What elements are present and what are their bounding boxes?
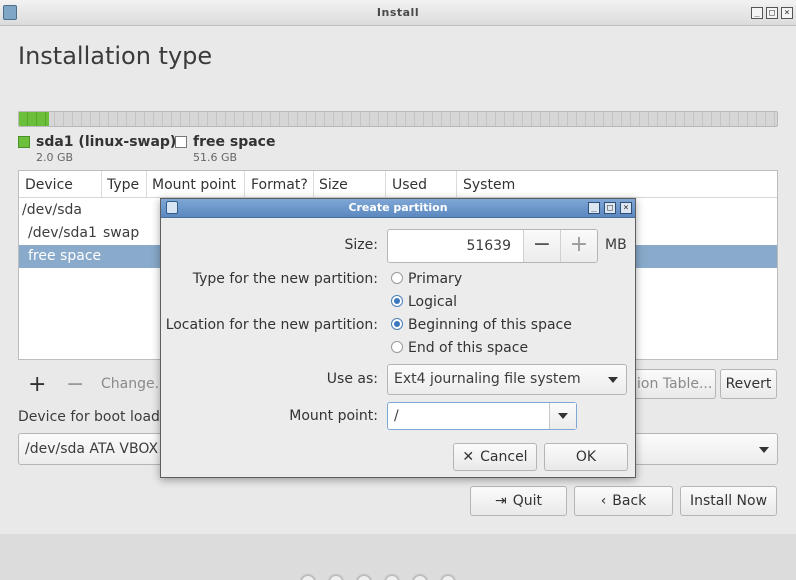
row-device: free space [28, 248, 102, 264]
column-used[interactable]: Used [392, 177, 427, 193]
step-dot [356, 574, 372, 580]
column-size[interactable]: Size [319, 177, 348, 193]
dialog-titlebar: Create partition _ □ × [161, 199, 635, 218]
install-now-button[interactable]: Install Now [680, 486, 777, 516]
partition-bar-swap-segment [19, 112, 49, 126]
chevron-down-icon [558, 413, 568, 419]
radio-primary-indicator [391, 272, 403, 284]
back-button[interactable]: ‹ Back [574, 486, 673, 516]
row-device: /dev/sda1 [28, 225, 97, 241]
size-decrement-button[interactable]: − [523, 230, 560, 262]
change-partition-button[interactable]: Change... [101, 376, 168, 392]
step-indicator [300, 574, 456, 580]
size-value: 51639 [466, 238, 511, 254]
size-label: Size: [344, 237, 378, 253]
create-partition-dialog: Create partition _ □ × Size: 51639 − + M… [160, 198, 636, 478]
use-as-select[interactable]: Ext4 journaling file system [387, 364, 627, 395]
legend-swap-name: sda1 (linux-swap) [36, 134, 177, 150]
window-title: Install [376, 6, 420, 19]
legend-swap-size: 2.0 GB [36, 151, 74, 164]
radio-end[interactable]: End of this space [391, 340, 528, 356]
step-dot [412, 574, 428, 580]
step-dot [440, 574, 456, 580]
column-format[interactable]: Format? [251, 177, 308, 193]
column-mount-point[interactable]: Mount point [152, 177, 236, 193]
quit-button[interactable]: ⇥ Quit [470, 486, 567, 516]
radio-beginning-label: Beginning of this space [408, 317, 572, 333]
close-icon[interactable]: × [781, 7, 793, 19]
step-dot [300, 574, 316, 580]
chevron-down-icon [608, 377, 618, 383]
mount-point-label: Mount point: [289, 408, 378, 424]
dialog-minimize-icon[interactable]: _ [588, 202, 600, 214]
back-label: Back [612, 493, 647, 509]
mount-point-dropdown-button[interactable] [549, 403, 576, 429]
page-title: Installation type [18, 42, 213, 70]
radio-primary[interactable]: Primary [391, 271, 462, 287]
swap-swatch [18, 136, 30, 148]
cancel-label: Cancel [480, 449, 528, 465]
cancel-button[interactable]: ✕ Cancel [453, 443, 537, 471]
boot-loader-label: Device for boot loade [18, 409, 169, 425]
quit-label: Quit [512, 493, 542, 509]
window-titlebar: Install _ □ × [0, 0, 796, 26]
legend-free-size: 51.6 GB [193, 151, 238, 164]
size-unit: MB [605, 237, 627, 253]
radio-end-indicator [391, 341, 403, 353]
row-type: swap [103, 225, 140, 241]
ok-button[interactable]: OK [544, 443, 628, 471]
dialog-maximize-icon[interactable]: □ [604, 202, 616, 214]
mount-point-combobox[interactable]: / [387, 402, 577, 430]
radio-logical-indicator [391, 295, 403, 307]
type-label: Type for the new partition: [192, 271, 378, 287]
step-dot [328, 574, 344, 580]
partition-bar [18, 111, 778, 127]
row-device: /dev/sda [22, 202, 82, 218]
step-dot [384, 574, 400, 580]
column-device[interactable]: Device [25, 177, 73, 193]
chevron-left-icon: ‹ [600, 493, 607, 509]
add-partition-button[interactable]: + [28, 374, 46, 396]
radio-beginning-indicator [391, 318, 403, 330]
dialog-title: Create partition [348, 201, 448, 214]
radio-end-label: End of this space [408, 340, 529, 356]
new-partition-table-button[interactable]: ion Table... [630, 369, 716, 399]
revert-button[interactable]: Revert [720, 369, 777, 399]
use-as-value: Ext4 journaling file system [394, 371, 581, 387]
maximize-icon[interactable]: □ [766, 7, 778, 19]
remove-partition-button[interactable]: − [66, 374, 84, 396]
radio-logical[interactable]: Logical [391, 294, 457, 310]
radio-beginning[interactable]: Beginning of this space [391, 317, 572, 333]
legend-free-name: free space [193, 134, 276, 150]
chevron-down-icon [759, 447, 769, 453]
boot-loader-value: /dev/sda ATA VBOX [25, 441, 159, 457]
dialog-close-icon[interactable]: × [620, 202, 632, 214]
free-swatch [175, 136, 187, 148]
location-label: Location for the new partition: [165, 317, 378, 333]
size-increment-button[interactable]: + [560, 230, 597, 262]
radio-logical-label: Logical [408, 294, 458, 310]
column-system[interactable]: System [463, 177, 515, 193]
quit-icon: ⇥ [494, 493, 507, 509]
table-header: Device Type Mount point Format? Size Use… [19, 171, 777, 198]
close-icon: ✕ [462, 449, 475, 465]
mount-point-value: / [394, 408, 399, 424]
minimize-icon[interactable]: _ [751, 7, 763, 19]
column-type[interactable]: Type [107, 177, 139, 193]
radio-primary-label: Primary [408, 271, 463, 287]
use-as-label: Use as: [326, 371, 378, 387]
size-spinbox[interactable]: 51639 − + [387, 229, 598, 263]
